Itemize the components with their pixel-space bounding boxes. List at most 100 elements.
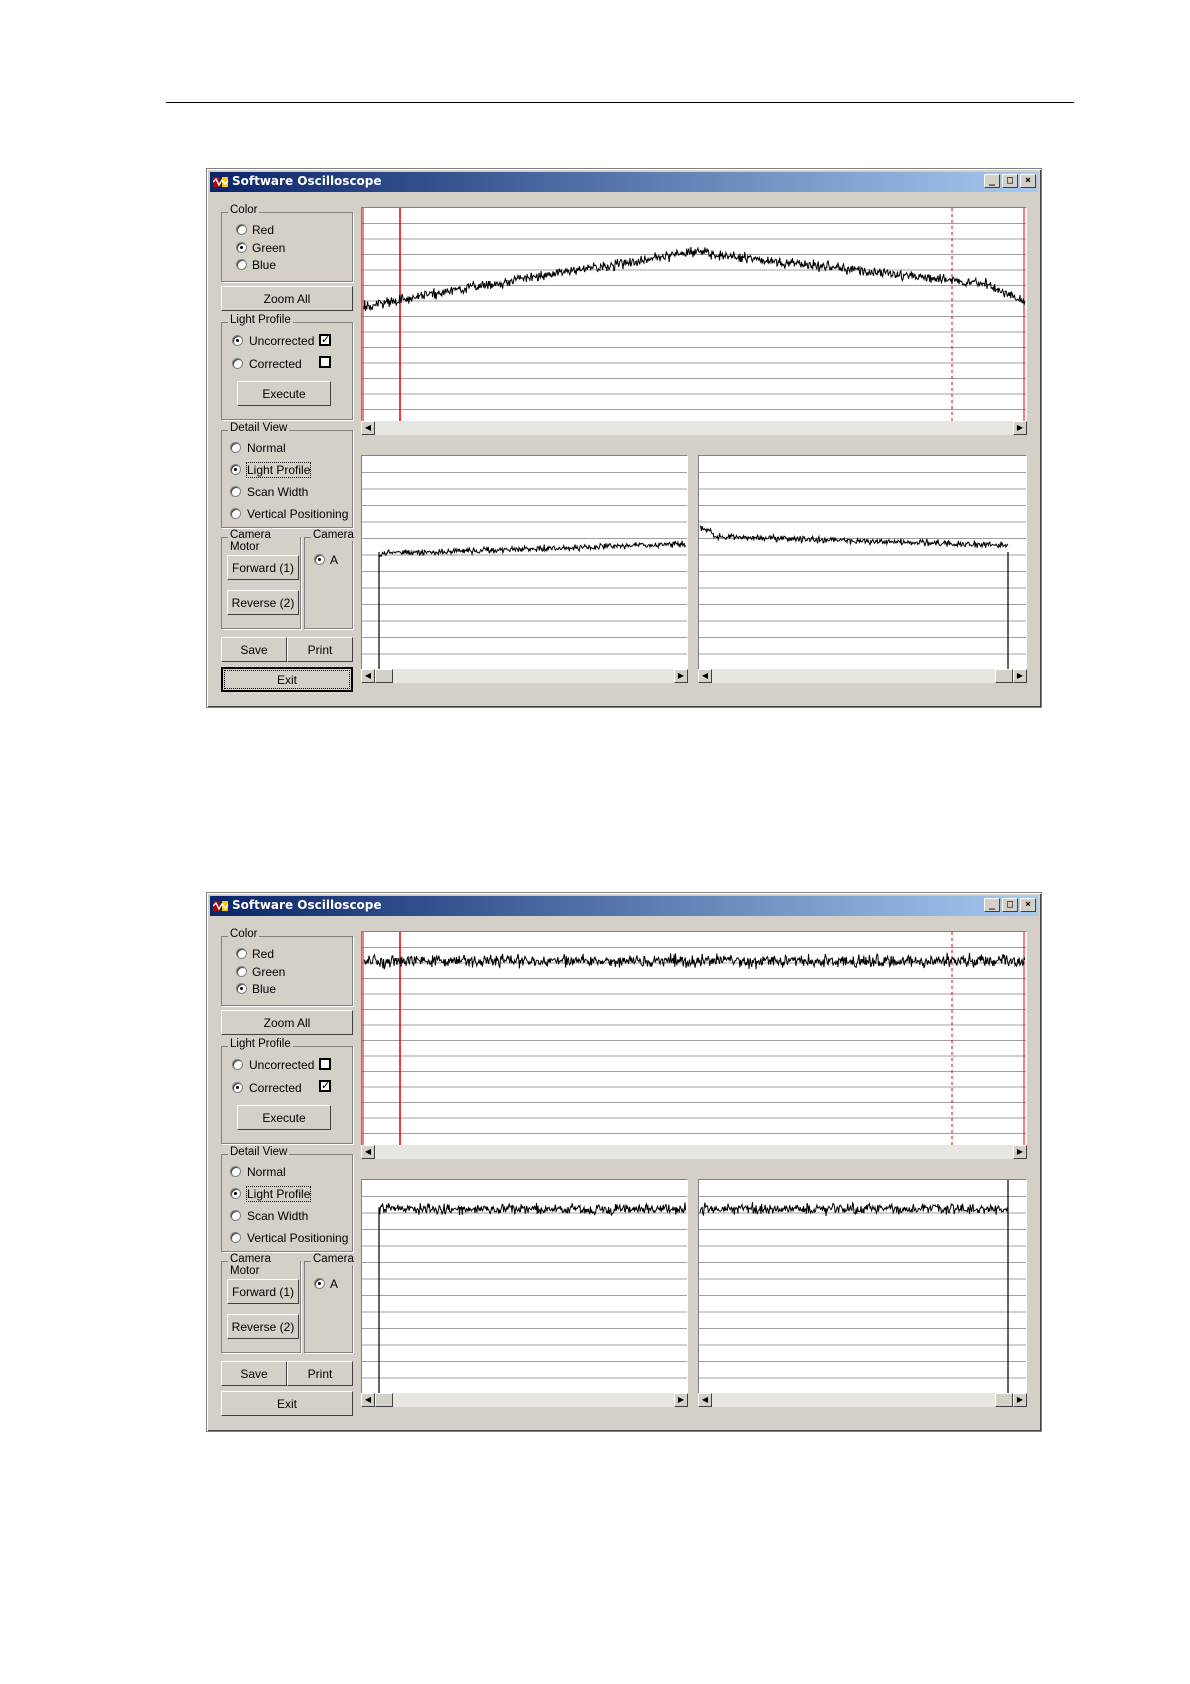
color-blue-radio[interactable] [236, 983, 247, 994]
execute-button[interactable]: Execute [237, 381, 331, 406]
detail-scan-width-radio[interactable] [230, 486, 241, 497]
forward-button[interactable]: Forward (1) [227, 1279, 299, 1304]
scroll-right-icon[interactable]: ▶ [1013, 1145, 1027, 1159]
color-red-radio[interactable] [236, 224, 247, 235]
detail-normal-radio[interactable] [230, 442, 241, 453]
scroll-left-icon[interactable]: ◀ [361, 1145, 375, 1159]
detail-left-trace-svg [362, 1196, 687, 1394]
save-button[interactable]: Save [221, 1361, 287, 1386]
print-button[interactable]: Print [287, 1361, 353, 1386]
title-bar[interactable]: Software Oscilloscope _ □ × [210, 172, 1038, 192]
color-red-radio[interactable] [236, 948, 247, 959]
detail-light-profile-label: Light Profile [245, 462, 312, 478]
camera-a-radio[interactable] [314, 554, 325, 565]
oscilloscope-window-2: Software Oscilloscope _ □ × Color Red Gr… [206, 892, 1042, 1432]
detail-normal-radio[interactable] [230, 1166, 241, 1177]
camera-motor-title: Camera Motor [228, 1253, 300, 1277]
detail-right-plot[interactable] [698, 455, 1027, 671]
uncorrected-checkbox[interactable] [319, 1058, 331, 1070]
scroll-left-icon[interactable]: ◀ [698, 1393, 712, 1407]
minimize-icon[interactable]: _ [984, 174, 1000, 188]
camera-a-radio[interactable] [314, 1278, 325, 1289]
camera-motor-group: Camera Motor [221, 529, 301, 629]
zoom-all-button[interactable]: Zoom All [221, 286, 353, 311]
color-blue-label: Blue [252, 258, 277, 272]
overview-plot[interactable] [361, 207, 1027, 423]
corrected-radio[interactable] [232, 358, 243, 369]
detail-vertical-positioning-label: Vertical Positioning [247, 1231, 349, 1245]
reverse-button[interactable]: Reverse (2) [227, 1314, 299, 1339]
scroll-thumb[interactable] [995, 669, 1013, 683]
scroll-left-icon[interactable]: ◀ [361, 1393, 375, 1407]
light-profile-title: Light Profile [228, 314, 293, 326]
detail-light-profile-label: Light Profile [245, 1186, 312, 1202]
detail-scan-width-label: Scan Width [247, 485, 309, 499]
overview-trace-svg [362, 208, 1026, 422]
detail-left-scrollbar[interactable]: ◀ ▶ [361, 1393, 688, 1407]
detail-left-plot[interactable] [361, 455, 688, 671]
detail-right-trace-svg [699, 1180, 1026, 1394]
detail-left-scrollbar[interactable]: ◀ ▶ [361, 669, 688, 683]
oscilloscope-window-1: Software Oscilloscope _ □ × Color Red Gr… [206, 168, 1042, 708]
corrected-checkbox[interactable]: ✓ [319, 1080, 331, 1092]
scroll-right-icon[interactable]: ▶ [1013, 421, 1027, 435]
detail-right-scrollbar[interactable]: ◀ ▶ [698, 669, 1027, 683]
title-bar[interactable]: Software Oscilloscope _ □ × [210, 896, 1038, 916]
detail-normal-label: Normal [247, 1165, 286, 1179]
scroll-right-icon[interactable]: ▶ [674, 669, 688, 683]
header-rule [166, 102, 1074, 103]
detail-view-title: Detail View [228, 422, 290, 434]
scroll-thumb[interactable] [995, 1393, 1013, 1407]
detail-vertical-positioning-radio[interactable] [230, 508, 241, 519]
forward-button[interactable]: Forward (1) [227, 555, 299, 580]
detail-light-profile-radio[interactable] [230, 464, 241, 475]
maximize-icon[interactable]: □ [1002, 174, 1018, 188]
camera-motor-title: Camera Motor [228, 529, 300, 553]
scroll-left-icon[interactable]: ◀ [361, 669, 375, 683]
scroll-right-icon[interactable]: ▶ [674, 1393, 688, 1407]
camera-title: Camera [311, 1253, 356, 1265]
close-icon[interactable]: × [1020, 174, 1036, 188]
color-group-title: Color [228, 928, 260, 940]
execute-button[interactable]: Execute [237, 1105, 331, 1130]
overview-plot[interactable] [361, 931, 1027, 1147]
signal-trace [363, 952, 1026, 970]
minimize-icon[interactable]: _ [984, 898, 1000, 912]
maximize-icon[interactable]: □ [1002, 898, 1018, 912]
detail-scan-width-radio[interactable] [230, 1210, 241, 1221]
corrected-radio[interactable] [232, 1082, 243, 1093]
color-green-radio[interactable] [236, 966, 247, 977]
zoom-all-button[interactable]: Zoom All [221, 1010, 353, 1035]
exit-button[interactable]: Exit [221, 1391, 353, 1416]
detail-right-trace-svg [699, 472, 1026, 670]
detail-vertical-positioning-radio[interactable] [230, 1232, 241, 1243]
uncorrected-checkbox[interactable]: ✓ [319, 334, 331, 346]
scroll-left-icon[interactable]: ◀ [698, 669, 712, 683]
detail-right-scrollbar[interactable]: ◀ ▶ [698, 1393, 1027, 1407]
camera-group: Camera [304, 529, 356, 629]
corrected-label: Corrected [249, 357, 302, 371]
detail-light-profile-radio[interactable] [230, 1188, 241, 1199]
scroll-right-icon[interactable]: ▶ [1013, 669, 1027, 683]
color-blue-radio[interactable] [236, 259, 247, 270]
corrected-checkbox[interactable] [319, 356, 331, 368]
camera-a-label: A [330, 553, 339, 567]
reverse-button[interactable]: Reverse (2) [227, 590, 299, 615]
scroll-right-icon[interactable]: ▶ [1013, 1393, 1027, 1407]
scroll-thumb[interactable] [375, 1393, 393, 1407]
signal-trace [378, 540, 687, 558]
print-button[interactable]: Print [287, 637, 353, 662]
save-button[interactable]: Save [221, 637, 287, 662]
detail-right-plot[interactable] [698, 1179, 1027, 1395]
close-icon[interactable]: × [1020, 898, 1036, 912]
uncorrected-radio[interactable] [232, 1059, 243, 1070]
uncorrected-radio[interactable] [232, 335, 243, 346]
overview-scrollbar[interactable]: ◀ ▶ [361, 1145, 1027, 1159]
scroll-thumb[interactable] [375, 669, 393, 683]
detail-left-plot[interactable] [361, 1179, 688, 1395]
corrected-label: Corrected [249, 1081, 302, 1095]
overview-scrollbar[interactable]: ◀ ▶ [361, 421, 1027, 435]
scroll-left-icon[interactable]: ◀ [361, 421, 375, 435]
color-green-radio[interactable] [236, 242, 247, 253]
exit-button[interactable]: Exit [221, 667, 353, 692]
